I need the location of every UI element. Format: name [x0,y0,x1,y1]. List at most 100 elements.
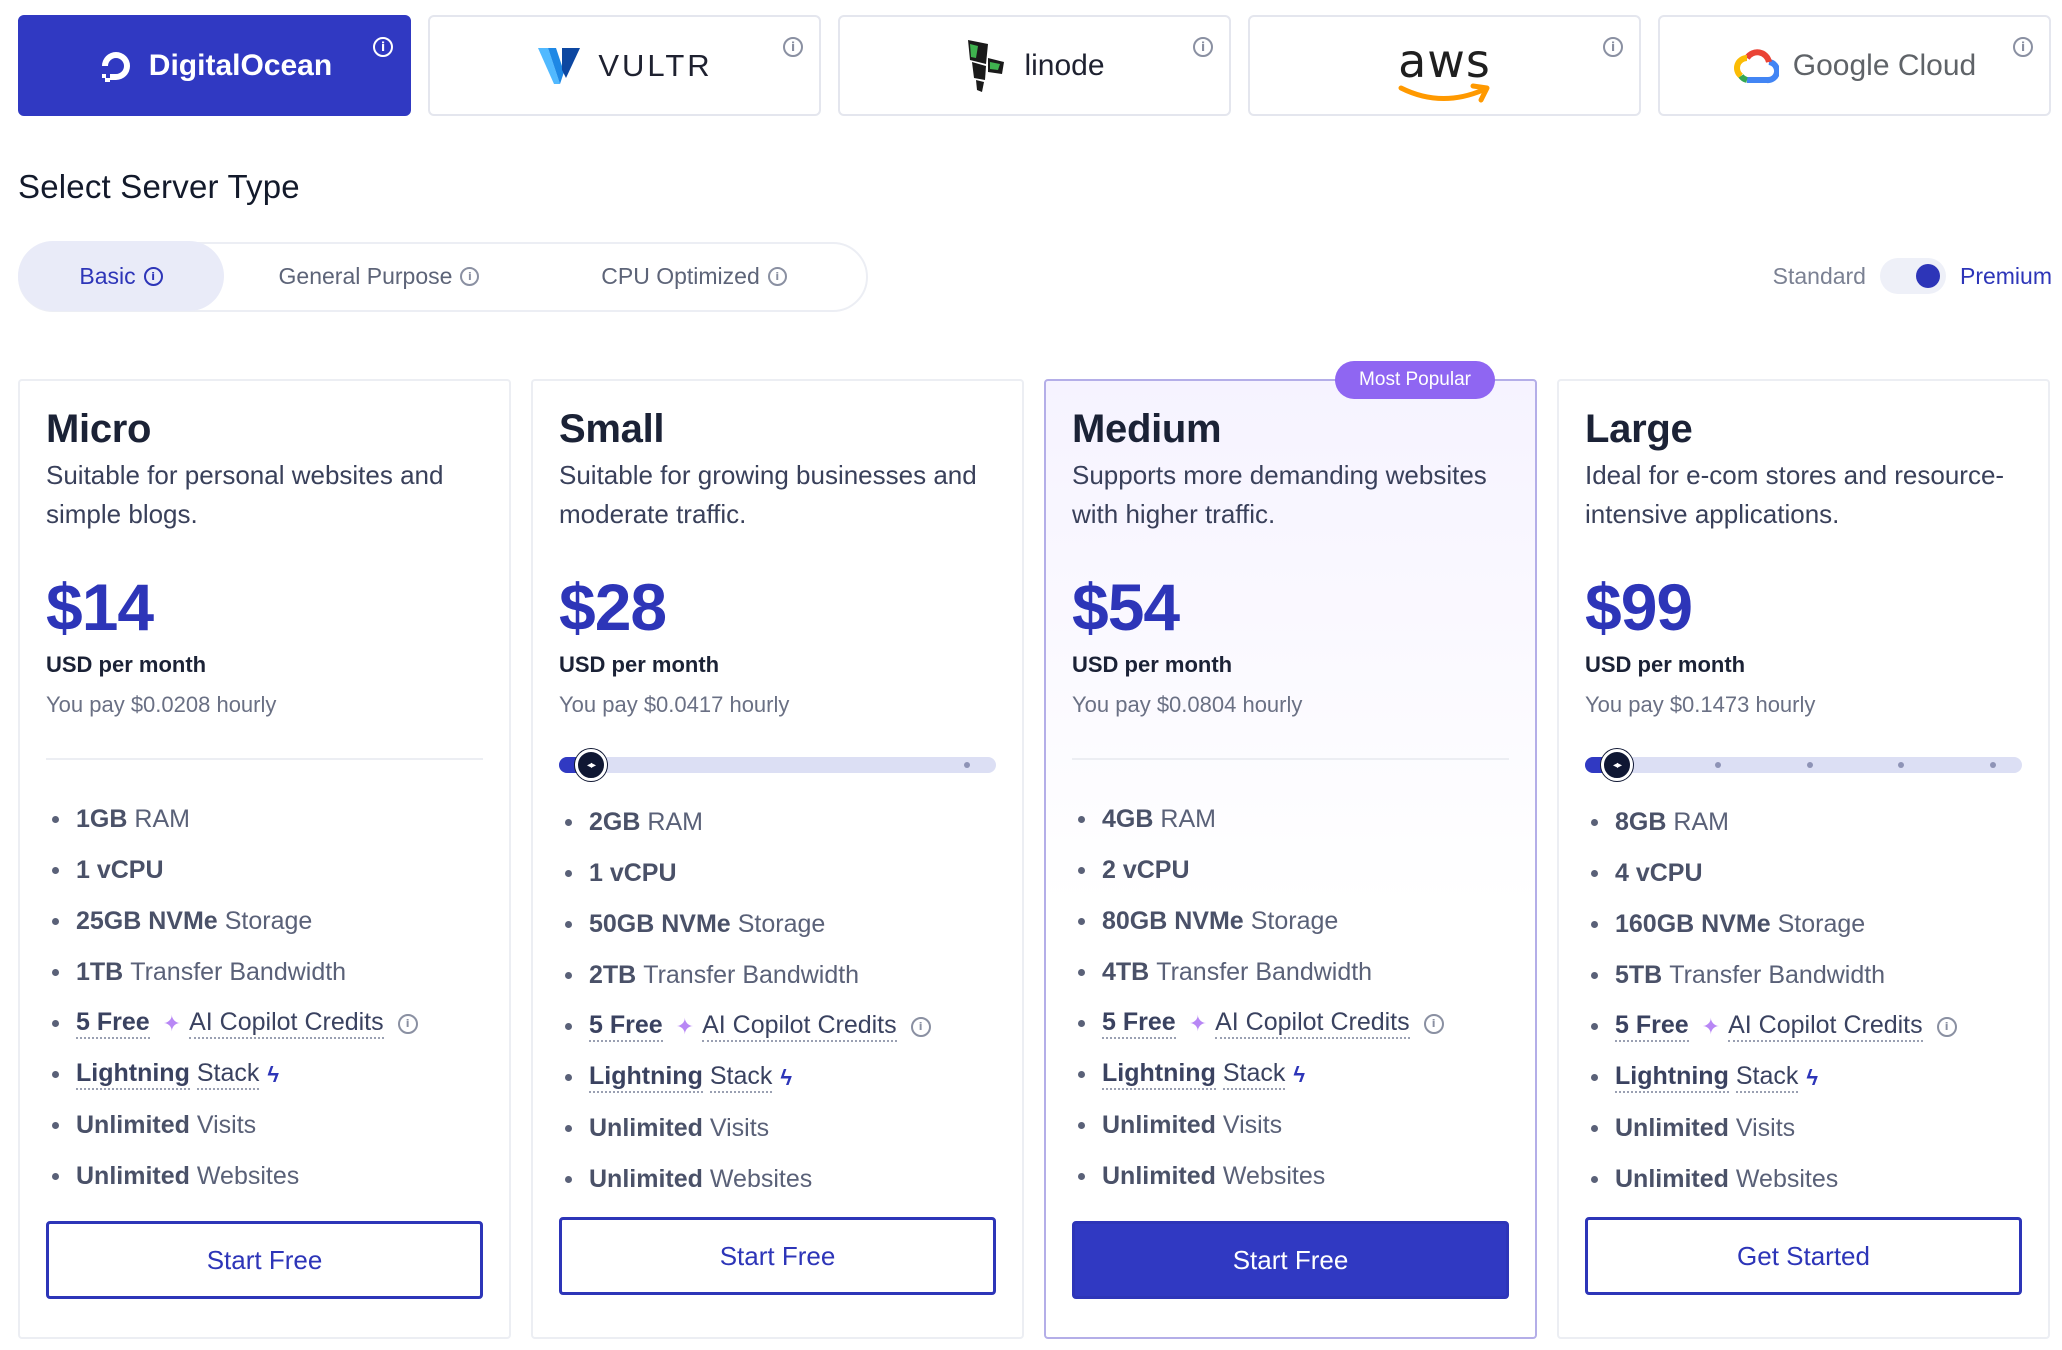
plan-price-unit: USD per month [559,652,720,677]
feature-visits: Unlimited Visits [1585,1103,2022,1154]
slider-stop[interactable] [964,762,970,768]
feature-storage: 50GB NVMe Storage [559,899,996,950]
feature-bandwidth: 1TB Transfer Bandwidth [46,947,483,998]
toggle-label-premium[interactable]: Premium [1960,263,2052,290]
feature-list: 1GB RAM 1 vCPU 25GB NVMe Storage 1TB Transf… [46,794,483,1202]
tab-cpu-optimized[interactable]: CPU Optimized i [534,241,854,311]
feature-bandwidth: 2TB Transfer Bandwidth [559,950,996,1001]
plan-hourly-price: You pay $0.0208 hourly [46,692,277,717]
feature-list: 2GB RAM 1 vCPU 50GB NVMe Storage 2TB Transf… [559,797,996,1205]
plan-card-medium: Most Popular Medium Supports more demand… [1044,361,1537,1339]
tab-label: Basic [79,262,136,289]
info-icon[interactable]: i [2013,37,2033,57]
info-icon[interactable]: i [1193,37,1213,57]
plan-hourly-price: You pay $0.0417 hourly [559,692,790,717]
feature-storage: 25GB NVMe Storage [46,896,483,947]
plan-name: Medium [1072,407,1222,451]
digitalocean-logo-icon [101,51,130,82]
lightning-icon: ϟ [1806,1064,1819,1090]
slider-handle-icon[interactable]: ◂▸ [1601,749,1633,781]
slider-stop[interactable] [1898,762,1904,768]
feature-ai-credits[interactable]: 5 Free ✦ AI Copilot Credits i [559,1001,996,1052]
plan-price-unit: USD per month [1585,652,1746,677]
start-free-button[interactable]: Start Free [1072,1221,1509,1299]
plan-price-unit: USD per month [1072,652,1233,677]
plan-price: $28 [559,570,667,644]
feature-ai-credits[interactable]: 5 Free ✦ AI Copilot Credits i [46,998,483,1049]
slider-stop[interactable] [1715,762,1721,768]
slider-stop[interactable] [1990,762,1996,768]
divider [46,758,483,760]
plan-tier-toggle: Standard Premium [1773,258,2052,294]
toggle-label-standard[interactable]: Standard [1773,263,1866,290]
most-popular-badge: Most Popular [1335,361,1495,399]
plan-card-large: Large Ideal for e-com stores and resourc… [1557,379,2050,1339]
plan-price-unit: USD per month [46,652,207,677]
sparkle-icon: ✦ [1188,1010,1208,1036]
feature-lightning-stack[interactable]: Lightning Stack ϟ [46,1049,483,1100]
start-free-button[interactable]: Start Free [46,1221,483,1299]
provider-tab-linode[interactable]: linode i [838,15,1231,116]
provider-name: linode [1024,48,1105,82]
sparkle-icon: ✦ [1701,1013,1721,1039]
plan-size-slider[interactable]: ◂▸ [559,749,996,781]
lightning-icon: ϟ [780,1064,793,1090]
feature-lightning-stack[interactable]: Lightning Stack ϟ [1072,1049,1509,1100]
plan-hourly-price: You pay $0.0804 hourly [1072,692,1303,717]
feature-ai-credits[interactable]: 5 Free ✦ AI Copilot Credits i [1585,1001,2022,1052]
feature-cpu: 1 vCPU [559,848,996,899]
aws-logo-icon [1398,83,1489,102]
provider-tab-vultr[interactable]: VULTR i [428,15,821,116]
start-free-button[interactable]: Start Free [559,1217,996,1295]
feature-ram: 4GB RAM [1072,794,1509,845]
info-icon[interactable]: i [910,1016,931,1037]
tab-general-purpose[interactable]: General Purpose i [224,241,534,311]
provider-name: Google Cloud [1792,48,1977,82]
get-started-button[interactable]: Get Started [1585,1217,2022,1295]
tier-switch[interactable] [1879,258,1946,294]
info-icon[interactable]: i [143,266,163,286]
feature-bandwidth: 4TB Transfer Bandwidth [1072,947,1509,998]
section-title: Select Server Type [18,168,300,205]
plan-name: Micro [46,407,152,451]
plan-description: Suitable for growing businesses and mode… [559,460,977,529]
provider-tab-digitalocean[interactable]: DigitalOcean i [18,15,411,116]
plan-name: Small [559,407,665,451]
feature-cpu: 4 vCPU [1585,848,2022,899]
info-icon[interactable]: i [783,37,803,57]
feature-visits: Unlimited Visits [46,1100,483,1151]
info-icon[interactable]: i [373,37,393,57]
plan-description: Suitable for personal websites and simpl… [46,460,444,529]
feature-visits: Unlimited Visits [1072,1100,1509,1151]
slider-handle-icon[interactable]: ◂▸ [575,749,607,781]
feature-ai-credits[interactable]: 5 Free ✦ AI Copilot Credits i [1072,998,1509,1049]
provider-name: VULTR [598,47,713,83]
provider-tab-aws[interactable]: aws i [1248,15,1641,116]
feature-ram: 2GB RAM [559,797,996,848]
feature-lightning-stack[interactable]: Lightning Stack ϟ [559,1052,996,1103]
plan-description: Supports more demanding websites with hi… [1072,460,1487,529]
feature-cpu: 2 vCPU [1072,845,1509,896]
info-icon[interactable]: i [1936,1016,1957,1037]
feature-storage: 80GB NVMe Storage [1072,896,1509,947]
lightning-icon: ϟ [267,1061,280,1087]
plan-card-small: Small Suitable for growing businesses an… [531,379,1024,1339]
info-icon[interactable]: i [397,1013,418,1034]
sparkle-icon: ✦ [162,1010,182,1036]
info-icon[interactable]: i [767,266,787,286]
provider-tab-google-cloud[interactable]: Google Cloud i [1658,15,2051,116]
plan-cards: Micro Suitable for personal websites and… [18,361,2050,1339]
info-icon[interactable]: i [460,266,480,286]
feature-lightning-stack[interactable]: Lightning Stack ϟ [1585,1052,2022,1103]
tab-label: General Purpose [278,262,453,289]
tab-basic[interactable]: Basic i [18,241,224,311]
info-icon[interactable]: i [1423,1013,1444,1034]
info-icon[interactable]: i [1603,37,1623,57]
plan-size-slider[interactable]: ◂▸ [1585,749,2022,781]
google-cloud-logo-icon [1733,48,1779,83]
linode-logo-icon [968,39,1005,92]
provider-name: aws [1398,33,1491,88]
plan-price: $54 [1072,570,1180,644]
slider-stop[interactable] [1807,762,1813,768]
feature-cpu: 1 vCPU [46,845,483,896]
